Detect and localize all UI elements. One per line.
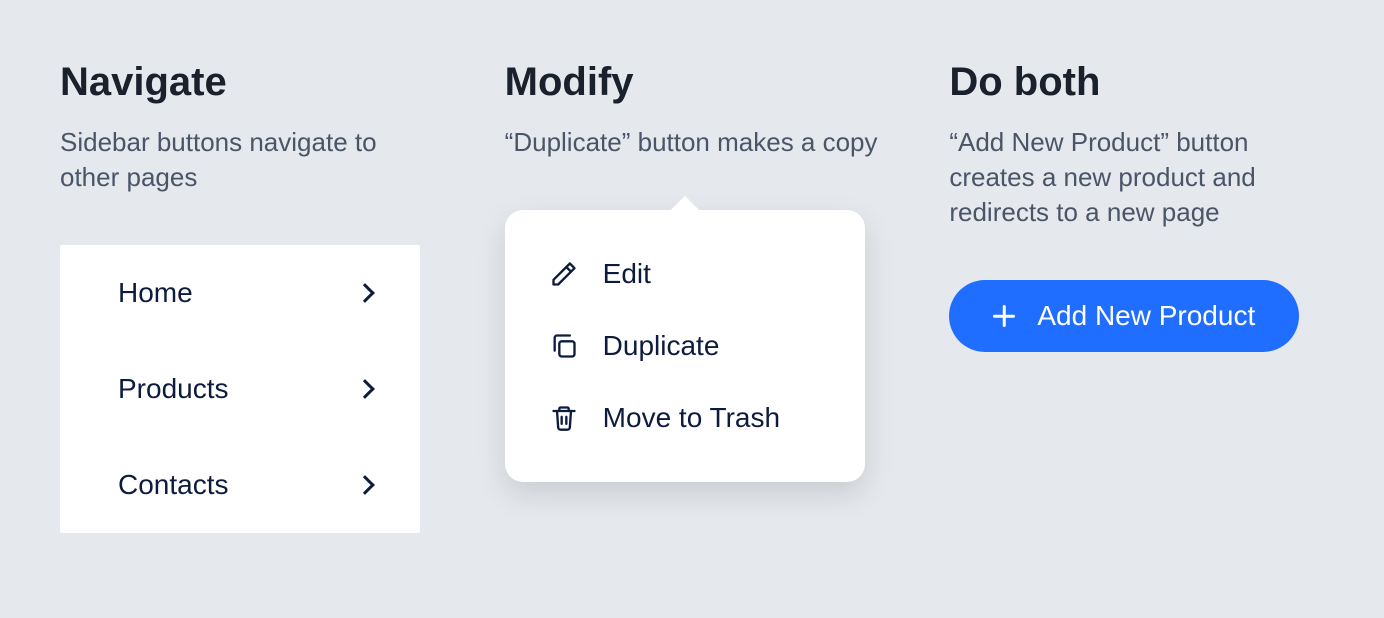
plus-icon: [993, 305, 1015, 327]
modify-description: “Duplicate” button makes a copy: [505, 125, 880, 160]
menu-item-duplicate[interactable]: Duplicate: [535, 310, 835, 382]
menu-item-label: Duplicate: [603, 330, 720, 362]
both-description: “Add New Product” button creates a new p…: [949, 125, 1324, 230]
sidebar-item-label: Products: [118, 373, 229, 405]
columns-container: Navigate Sidebar buttons navigate to oth…: [60, 60, 1324, 533]
navigate-description: Sidebar buttons navigate to other pages: [60, 125, 435, 195]
menu-item-trash[interactable]: Move to Trash: [535, 382, 835, 454]
chevron-right-icon: [355, 475, 375, 495]
modify-heading: Modify: [505, 60, 880, 105]
modify-column: Modify “Duplicate” button makes a copy E…: [505, 60, 880, 533]
modify-content: Edit Duplicate Move to Trash: [505, 210, 880, 482]
sidebar-item-label: Home: [118, 277, 193, 309]
navigate-heading: Navigate: [60, 60, 435, 105]
both-heading: Do both: [949, 60, 1324, 105]
both-content: Add New Product: [949, 280, 1324, 352]
sidebar-item-contacts[interactable]: Contacts: [60, 437, 420, 533]
sidebar-item-label: Contacts: [118, 469, 229, 501]
both-column: Do both “Add New Product” button creates…: [949, 60, 1324, 533]
cta-label: Add New Product: [1037, 300, 1255, 332]
chevron-right-icon: [355, 379, 375, 399]
sidebar-item-home[interactable]: Home: [60, 245, 420, 341]
copy-icon: [549, 331, 579, 361]
menu-item-label: Edit: [603, 258, 651, 290]
pencil-icon: [549, 259, 579, 289]
chevron-right-icon: [355, 283, 375, 303]
navigate-column: Navigate Sidebar buttons navigate to oth…: [60, 60, 435, 533]
menu-item-label: Move to Trash: [603, 402, 780, 434]
sidebar: Home Products Contacts: [60, 245, 420, 533]
menu-item-edit[interactable]: Edit: [535, 238, 835, 310]
navigate-content: Home Products Contacts: [60, 245, 435, 533]
add-new-product-button[interactable]: Add New Product: [949, 280, 1299, 352]
sidebar-item-products[interactable]: Products: [60, 341, 420, 437]
trash-icon: [549, 403, 579, 433]
context-menu: Edit Duplicate Move to Trash: [505, 210, 865, 482]
